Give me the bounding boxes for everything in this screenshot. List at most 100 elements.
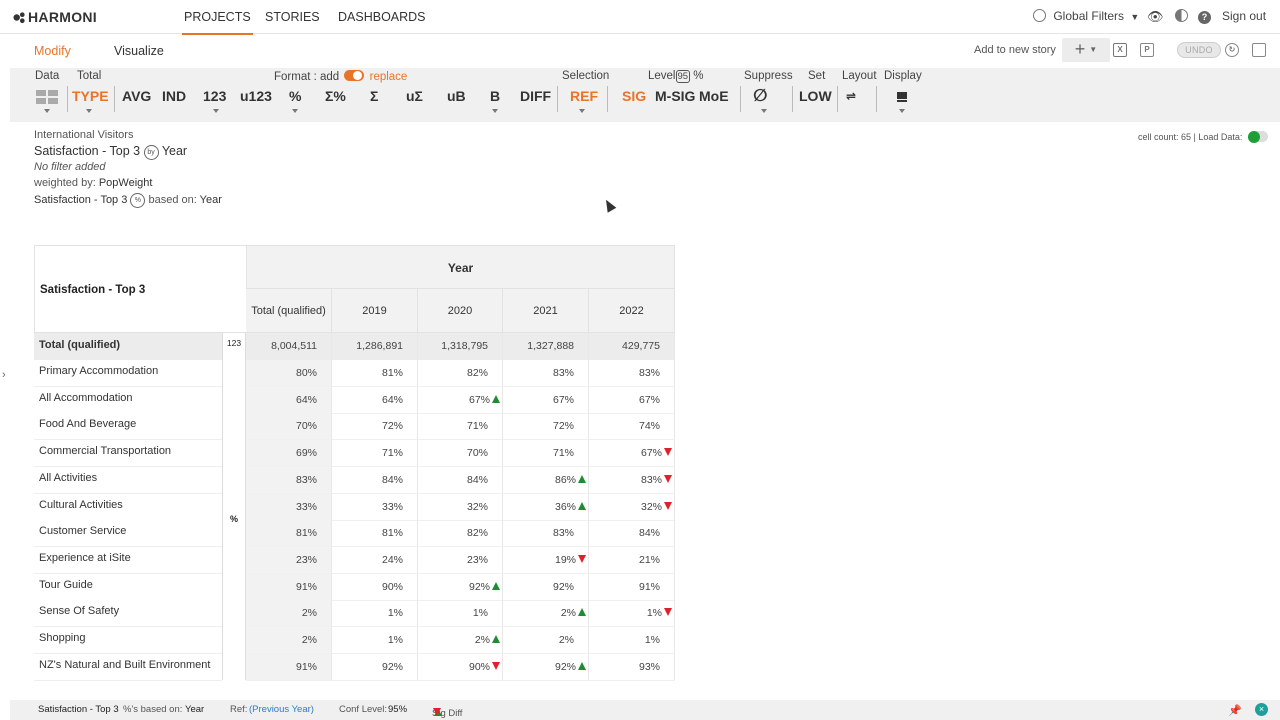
table-cell[interactable]: 82%	[418, 360, 503, 387]
table-cell[interactable]: 1,318,795	[418, 333, 503, 360]
table-cell[interactable]: 83%	[503, 520, 589, 548]
column-header[interactable]: 2019	[332, 289, 418, 333]
multi-sig-button[interactable]: M-SIG	[655, 88, 695, 104]
table-cell[interactable]: 1,327,888	[503, 333, 589, 360]
low-button[interactable]: LOW	[799, 88, 832, 104]
level-value[interactable]: 95	[675, 70, 691, 83]
avg-button[interactable]: AVG	[122, 88, 151, 104]
column-header[interactable]: 2020	[418, 289, 503, 333]
nav-tab-dashboards[interactable]: DASHBOARDS	[338, 10, 426, 24]
level-control[interactable]: Level 95 %	[648, 70, 704, 83]
nav-tab-stories[interactable]: STORIES	[265, 10, 320, 24]
table-cell[interactable]: 1%	[332, 600, 418, 628]
table-cell[interactable]: 84%	[589, 520, 675, 548]
contrast-icon[interactable]	[1175, 9, 1188, 23]
type-button[interactable]: TYPE	[72, 88, 109, 104]
undo-button[interactable]: UNDO	[1177, 42, 1221, 58]
table-cell[interactable]: 8,004,511	[246, 333, 332, 360]
expand-panel-icon[interactable]: ›	[2, 369, 6, 381]
app-logo[interactable]: HARMONI	[13, 9, 97, 25]
table-cell[interactable]: 23%	[418, 546, 503, 574]
table-cell[interactable]: 92%	[503, 573, 589, 601]
chevron-down-icon[interactable]	[579, 109, 585, 113]
row-label[interactable]: Customer Service	[34, 520, 222, 548]
ref-button[interactable]: REF	[570, 88, 598, 104]
table-cell[interactable]: 1%	[589, 627, 675, 654]
table-cell[interactable]: 2%	[418, 627, 503, 654]
table-cell[interactable]: 91%	[246, 653, 332, 681]
table-cell[interactable]: 92%	[503, 653, 589, 681]
tab-visualize[interactable]: Visualize	[114, 44, 164, 58]
table-cell[interactable]: 1,286,891	[332, 333, 418, 360]
stat-type-label[interactable]: 123	[222, 333, 246, 360]
format-toggle[interactable]: Format : add replace	[274, 70, 407, 83]
table-cell[interactable]: 67%	[589, 440, 675, 468]
chevron-down-icon[interactable]	[492, 109, 498, 113]
table-cell[interactable]: 1%	[589, 600, 675, 628]
row-label[interactable]: Experience at iSite	[34, 546, 222, 574]
table-cell[interactable]: 80%	[246, 360, 332, 387]
table-cell[interactable]: 72%	[503, 413, 589, 441]
column-header[interactable]: Total (qualified)	[246, 289, 332, 333]
table-cell[interactable]: 21%	[589, 546, 675, 574]
pin-icon[interactable]: 📌	[1228, 704, 1242, 717]
display-icon[interactable]	[896, 90, 908, 106]
row-label[interactable]: Sense Of Safety	[34, 600, 222, 628]
table-cell[interactable]: 69%	[246, 440, 332, 468]
table-cell[interactable]: 2%	[503, 627, 589, 654]
ind-button[interactable]: IND	[162, 88, 186, 104]
row-label[interactable]: Primary Accommodation	[34, 360, 222, 387]
row-label[interactable]: NZ's Natural and Built Environment	[34, 653, 222, 681]
table-cell[interactable]: 92%	[418, 573, 503, 601]
table-cell[interactable]: 93%	[589, 653, 675, 681]
footer-ref-link[interactable]: (Previous Year)	[249, 704, 314, 715]
table-cell[interactable]: 23%	[246, 546, 332, 574]
nav-tab-projects[interactable]: PROJECTS	[182, 10, 253, 35]
table-cell[interactable]: 74%	[589, 413, 675, 441]
table-cell[interactable]: 84%	[332, 466, 418, 494]
table-cell[interactable]: 71%	[332, 440, 418, 468]
table-cell[interactable]: 83%	[503, 360, 589, 387]
table-cell[interactable]: 90%	[332, 573, 418, 601]
table-cell[interactable]: 24%	[332, 546, 418, 574]
unweighted-count-button[interactable]: u123	[240, 88, 272, 104]
chevron-down-icon[interactable]	[761, 109, 767, 113]
refresh-icon[interactable]: ↻	[1225, 43, 1239, 57]
chevron-down-icon[interactable]	[899, 109, 905, 113]
table-cell[interactable]: 86%	[503, 466, 589, 494]
row-label[interactable]: All Activities	[34, 466, 222, 494]
table-cell[interactable]: 67%	[418, 386, 503, 414]
sig-button[interactable]: SIG	[622, 88, 646, 104]
table-cell[interactable]: 19%	[503, 546, 589, 574]
excel-export-icon[interactable]: X	[1113, 43, 1127, 57]
suppress-button[interactable]: ∅	[753, 86, 768, 106]
count-button[interactable]: 123	[203, 88, 226, 104]
table-cell[interactable]: 82%	[418, 520, 503, 548]
table-cell[interactable]: 2%	[503, 600, 589, 628]
base-button[interactable]: B	[490, 88, 500, 104]
row-label[interactable]: Commercial Transportation	[34, 440, 222, 468]
row-label[interactable]: Cultural Activities	[34, 493, 222, 521]
table-cell[interactable]: 70%	[418, 440, 503, 468]
table-cell[interactable]: 84%	[418, 466, 503, 494]
table-cell[interactable]: 1%	[418, 600, 503, 628]
table-cell[interactable]: 81%	[332, 360, 418, 387]
global-filters-button[interactable]: Global Filters ▼	[1033, 9, 1139, 23]
table-cell[interactable]: 67%	[589, 386, 675, 414]
layout-icon[interactable]: ⇌	[846, 89, 856, 103]
chevron-down-icon[interactable]	[44, 109, 50, 113]
chevron-down-icon[interactable]	[292, 109, 298, 113]
format-toggle-switch[interactable]	[344, 70, 365, 81]
table-cell[interactable]: 71%	[503, 440, 589, 468]
tab-modify[interactable]: Modify	[34, 44, 71, 58]
table-cell[interactable]: 90%	[418, 653, 503, 681]
table-cell[interactable]: 83%	[589, 360, 675, 387]
column-variable-header[interactable]: Year	[246, 245, 675, 289]
table-cell[interactable]: 33%	[246, 493, 332, 521]
table-cell[interactable]: 429,775	[589, 333, 675, 360]
table-cell[interactable]: 72%	[332, 413, 418, 441]
data-view-icon[interactable]	[36, 90, 58, 107]
table-cell[interactable]: 36%	[503, 493, 589, 521]
visibility-icon[interactable]: 👁	[1147, 9, 1164, 25]
weighted-by-value[interactable]: PopWeight	[99, 177, 153, 189]
